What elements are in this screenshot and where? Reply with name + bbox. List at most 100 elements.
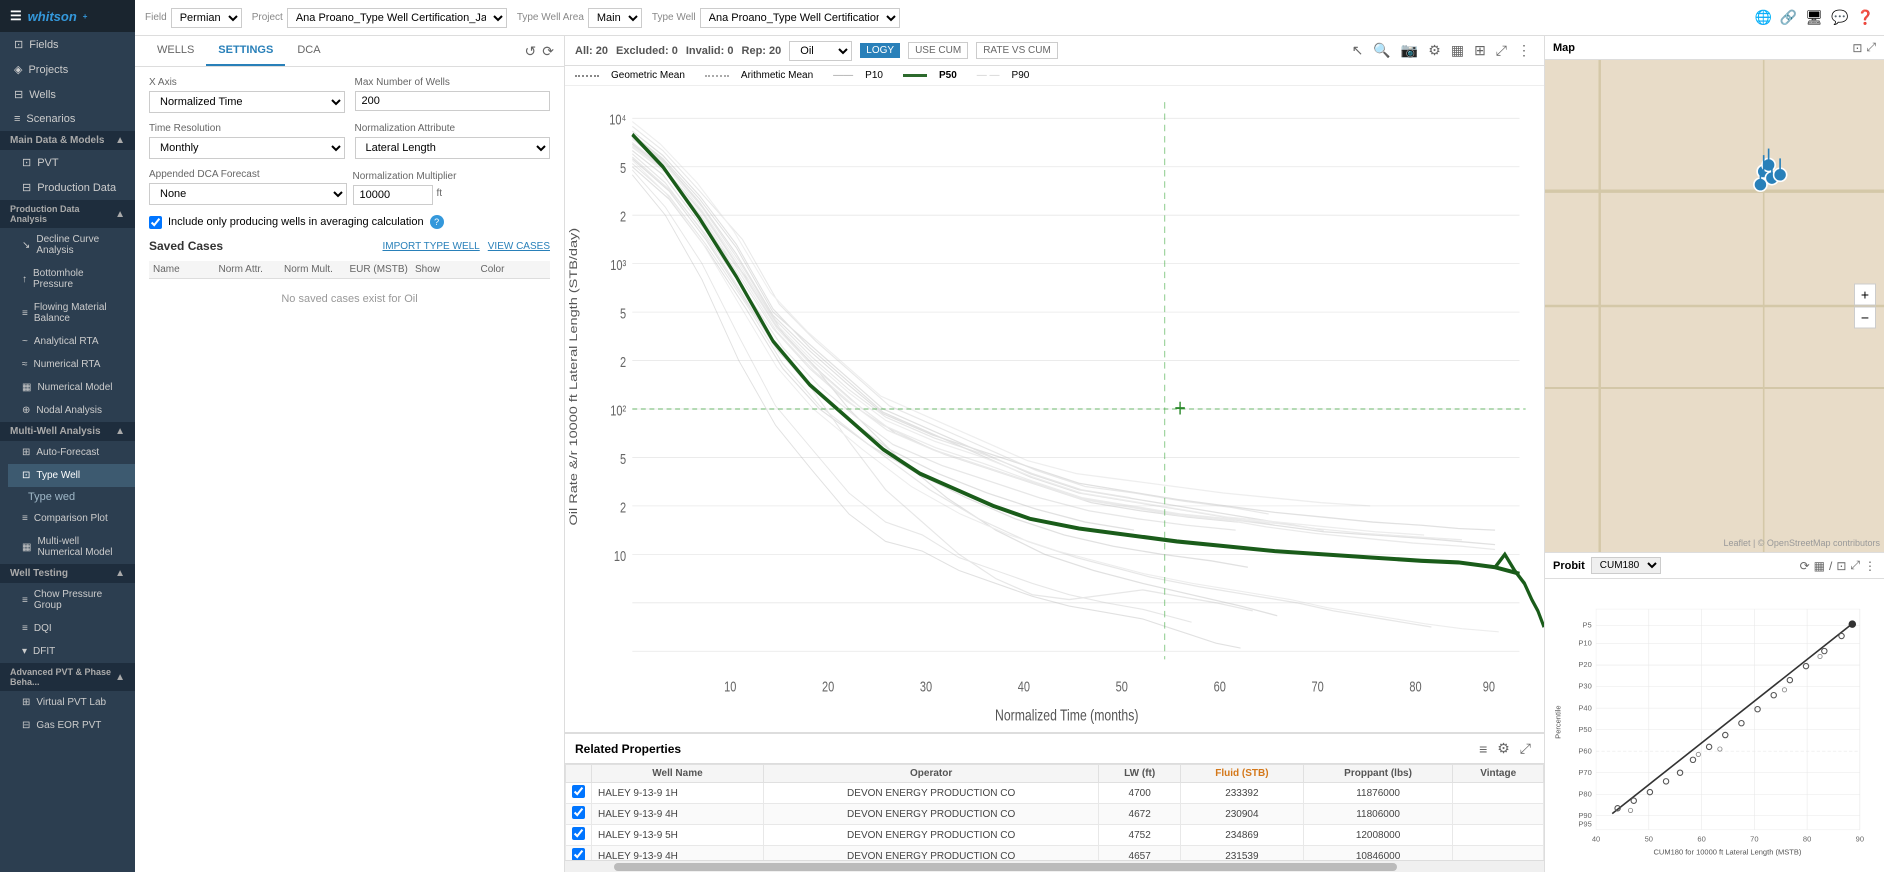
cursor-tool[interactable]: ↖ <box>1349 40 1367 61</box>
type-well-area-select[interactable]: Main <box>588 8 642 28</box>
map-tool-2[interactable]: ⤢ <box>1866 40 1876 55</box>
norm-mult-input[interactable] <box>353 185 433 205</box>
sidebar-item-flowing[interactable]: ≡ Flowing Material Balance <box>8 296 135 330</box>
expand-tool[interactable]: ⤢ <box>1493 40 1510 61</box>
rate-vs-cum-button[interactable]: RATE VS CUM <box>976 42 1058 59</box>
section-multiwell[interactable]: Multi-Well Analysis ▲ <box>0 422 135 441</box>
camera-tool[interactable]: 📷 <box>1398 40 1421 61</box>
section-advanced-pvt[interactable]: Advanced PVT & Phase Beha... ▲ <box>0 663 135 691</box>
section-well-testing[interactable]: Well Testing ▲ <box>0 564 135 583</box>
tab-dca[interactable]: DCA <box>285 36 332 66</box>
tab-settings[interactable]: SETTINGS <box>206 36 285 66</box>
probit-tool-1[interactable]: ⟳ <box>1800 558 1810 573</box>
logy-button[interactable]: LOGY <box>860 43 900 58</box>
chat-icon[interactable]: 💬 <box>1831 9 1848 26</box>
flowing-icon: ≡ <box>22 308 28 319</box>
zoom-out-button[interactable]: − <box>1854 307 1876 329</box>
sidebar-item-virtual-pvt[interactable]: ⊞ Virtual PVT Lab <box>8 691 135 714</box>
sync-icon[interactable]: ⟳ <box>542 43 554 60</box>
sidebar-item-nodal[interactable]: ⊕ Nodal Analysis <box>8 399 135 422</box>
sidebar-item-chow[interactable]: ≡ Chow Pressure Group <box>8 583 135 617</box>
norm-attr-select[interactable]: Lateral Length <box>355 137 551 159</box>
section-production-analysis[interactable]: Production Data Analysis ▲ <box>0 200 135 228</box>
settings-tool[interactable]: ⚙ <box>1425 40 1444 61</box>
time-resolution-select[interactable]: Monthly <box>149 137 345 159</box>
rp-expand-tool[interactable]: ⤢ <box>1517 738 1534 759</box>
appended-select[interactable]: None <box>149 183 347 205</box>
type-well-select[interactable]: Ana Proano_Type Well Certification <box>700 8 900 28</box>
zoom-in-button[interactable]: + <box>1854 284 1876 306</box>
sidebar-item-dfit[interactable]: ▾ DFIT <box>8 640 135 663</box>
svg-text:2: 2 <box>620 353 626 370</box>
table-view-tool[interactable]: ▦ <box>1448 40 1467 61</box>
sidebar-item-fields[interactable]: ⊡ Fields <box>0 32 135 57</box>
sidebar-item-wells[interactable]: ⊟ Wells <box>0 82 135 107</box>
advanced-pvt-items: ⊞ Virtual PVT Lab ⊟ Gas EOR PVT <box>0 691 135 737</box>
related-properties-table-scroll[interactable]: Well Name Operator LW (ft) Fluid (STB) P… <box>565 764 1544 860</box>
row-proppant: 11876000 <box>1303 783 1453 804</box>
sidebar-item-projects[interactable]: ◈ Projects <box>0 57 135 82</box>
screen-icon[interactable]: 🖥 <box>1805 9 1823 26</box>
sidebar-item-auto-forecast[interactable]: ⊞ Auto-Forecast <box>8 441 135 464</box>
field-select[interactable]: Permian <box>171 8 242 28</box>
row-operator: DEVON ENERGY PRODUCTION CO <box>763 783 1098 804</box>
row-checkbox-cell <box>566 846 592 861</box>
include-producing-checkbox[interactable] <box>149 216 162 229</box>
probit-tool-5[interactable]: ⤢ <box>1850 558 1860 573</box>
sidebar-item-scenarios[interactable]: ≡ Scenarios <box>0 107 135 131</box>
help-icon[interactable]: ❓ <box>1857 9 1874 26</box>
help-circle-icon[interactable]: ? <box>430 215 444 229</box>
horizontal-scrollbar[interactable] <box>565 860 1544 872</box>
fluid-select[interactable]: Oil Gas Water <box>789 41 852 61</box>
col-well-name: Well Name <box>592 765 764 783</box>
probit-tool-3[interactable]: / <box>1829 558 1832 573</box>
view-cases-button[interactable]: VIEW CASES <box>488 241 550 252</box>
sidebar-item-analytical-rta[interactable]: ~ Analytical RTA <box>8 330 135 353</box>
row-checkbox[interactable] <box>572 827 585 840</box>
hamburger-icon[interactable]: ☰ <box>10 8 22 24</box>
link-icon[interactable]: 🔗 <box>1780 9 1797 26</box>
col-norm-attr: Norm Attr. <box>219 264 285 275</box>
section-main-data[interactable]: Main Data & Models ▲ <box>0 131 135 150</box>
fields-icon: ⊡ <box>14 38 23 51</box>
reset-icon[interactable]: ↺ <box>525 43 537 60</box>
row-checkbox[interactable] <box>572 806 585 819</box>
map-panel[interactable]: + − Leaflet | © OpenStreetMap contributo… <box>1545 60 1884 552</box>
row-checkbox[interactable] <box>572 848 585 860</box>
rp-settings-tool[interactable]: ⚙ <box>1494 738 1513 759</box>
grid-tool[interactable]: ⊞ <box>1471 40 1489 61</box>
probit-select[interactable]: CUM180 <box>1591 557 1661 574</box>
sidebar-item-production-data[interactable]: ⊟ Production Data <box>8 175 135 200</box>
max-wells-input[interactable] <box>355 91 551 111</box>
sidebar-item-multiwell-numerical[interactable]: ▦ Multi-well Numerical Model <box>8 530 135 564</box>
map-tool-1[interactable]: ⊡ <box>1852 40 1862 55</box>
right-side-panels: Map ⊡ ⤢ <box>1544 36 1884 872</box>
sidebar-item-comparison-plot[interactable]: ≡ Comparison Plot <box>8 507 135 530</box>
probit-tool-6[interactable]: ⋮ <box>1864 558 1876 573</box>
import-type-well-button[interactable]: IMPORT TYPE WELL <box>382 241 479 252</box>
invalid-badge: Invalid: 0 <box>686 45 734 57</box>
zoom-tool[interactable]: 🔍 <box>1370 40 1393 61</box>
max-wells-label: Max Number of Wells <box>355 77 551 88</box>
main-chart-svg: 10⁴ 5 2 10³ 5 2 10² 5 2 10 10 20 30 <box>565 86 1544 732</box>
probit-tool-4[interactable]: ⊡ <box>1836 558 1846 573</box>
sidebar-item-pvt[interactable]: ⊡ PVT <box>8 150 135 175</box>
rp-list-tool[interactable]: ≡ <box>1476 738 1490 759</box>
tab-wells[interactable]: WELLS <box>145 36 206 66</box>
sidebar-item-numerical-rta[interactable]: ≈ Numerical RTA <box>8 353 135 376</box>
x-axis-select[interactable]: Normalized Time <box>149 91 345 113</box>
sidebar-item-gas-eor[interactable]: ⊟ Gas EOR PVT <box>8 714 135 737</box>
globe-icon[interactable]: 🌐 <box>1754 9 1771 26</box>
legend-p50: P50 <box>939 70 957 81</box>
more-tool[interactable]: ⋮ <box>1514 40 1534 61</box>
decline-curve-icon: ↘ <box>22 240 30 251</box>
sidebar-item-bottomhole[interactable]: ↑ Bottomhole Pressure <box>8 262 135 296</box>
project-select[interactable]: Ana Proano_Type Well Certification_Jan: … <box>287 8 507 28</box>
sidebar-item-type-well[interactable]: ⊡ Type Well <box>8 464 135 487</box>
sidebar-item-decline-curve[interactable]: ↘ Decline Curve Analysis <box>8 228 135 262</box>
sidebar-item-numerical-model[interactable]: ▦ Numerical Model <box>8 376 135 399</box>
use-cum-button[interactable]: USE CUM <box>908 42 968 59</box>
sidebar-item-dqi[interactable]: ≡ DQI <box>8 617 135 640</box>
probit-tool-2[interactable]: ▦ <box>1814 558 1825 573</box>
row-checkbox[interactable] <box>572 785 585 798</box>
